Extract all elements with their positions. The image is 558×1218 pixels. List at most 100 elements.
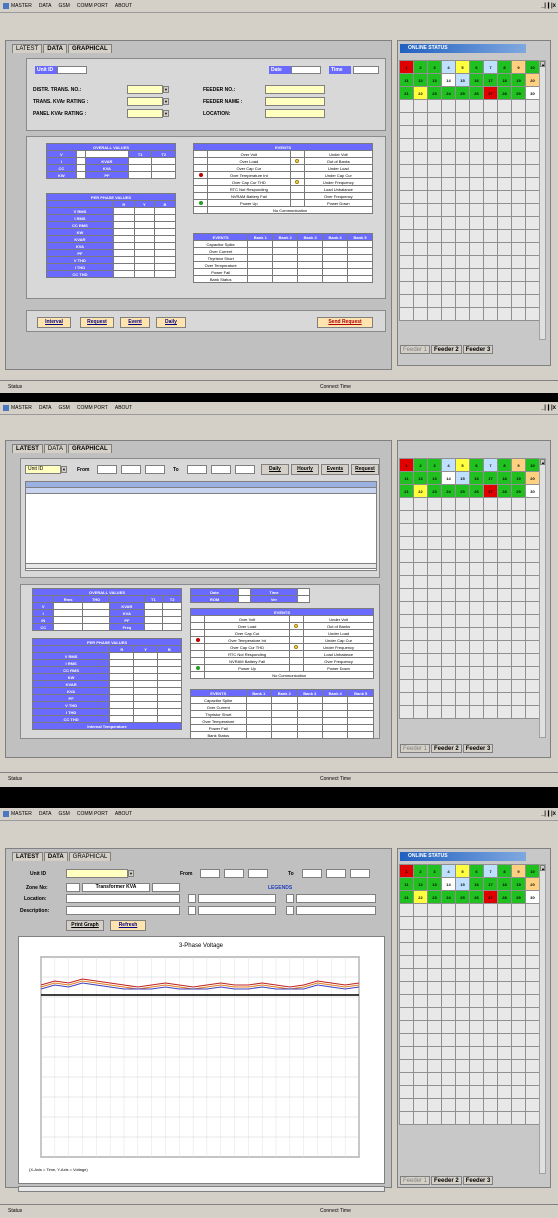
status-cell[interactable] — [512, 217, 526, 230]
status-cell[interactable] — [456, 204, 470, 217]
send-request-button[interactable]: Send Request — [317, 317, 373, 328]
status-cell[interactable]: 2 — [414, 61, 428, 74]
status-cell[interactable] — [512, 576, 526, 589]
status-cell[interactable] — [414, 191, 428, 204]
status-cell[interactable] — [498, 230, 512, 243]
status-cell[interactable] — [456, 191, 470, 204]
status-cell[interactable] — [442, 615, 456, 628]
status-cell[interactable]: 2 — [414, 865, 428, 878]
status-cell[interactable] — [512, 243, 526, 256]
status-cell[interactable] — [470, 191, 484, 204]
status-cell[interactable]: 26 — [470, 87, 484, 100]
status-cell[interactable] — [498, 1099, 512, 1112]
status-cell[interactable] — [526, 178, 540, 191]
status-cell[interactable] — [526, 217, 540, 230]
status-cell[interactable] — [428, 139, 442, 152]
status-cell[interactable] — [428, 100, 442, 113]
status-cell[interactable]: 5 — [456, 865, 470, 878]
status-cell[interactable] — [414, 956, 428, 969]
status-cell[interactable]: 16 — [470, 472, 484, 485]
status-cell[interactable] — [470, 204, 484, 217]
status-cell[interactable] — [400, 308, 414, 321]
status-cell[interactable] — [456, 282, 470, 295]
status-cell[interactable]: 17 — [484, 472, 498, 485]
unit-id-select[interactable]: Unit ID — [25, 465, 61, 474]
status-cell[interactable] — [442, 308, 456, 321]
status-cell[interactable]: 18 — [498, 878, 512, 891]
status-cell[interactable] — [498, 139, 512, 152]
window-controls[interactable]: _|❙|x — [541, 810, 556, 817]
status-cell[interactable]: 30 — [526, 891, 540, 904]
status-cell[interactable] — [456, 139, 470, 152]
status-cell[interactable] — [512, 1034, 526, 1047]
status-cell[interactable] — [414, 706, 428, 719]
status-cell[interactable] — [442, 1008, 456, 1021]
status-cell[interactable]: 23 — [428, 891, 442, 904]
tab-latest[interactable]: LATEST — [12, 444, 43, 453]
status-cell[interactable] — [470, 917, 484, 930]
status-cell[interactable] — [470, 615, 484, 628]
status-cell[interactable] — [414, 995, 428, 1008]
status-cell[interactable] — [484, 943, 498, 956]
status-cell[interactable] — [484, 537, 498, 550]
status-cell[interactable] — [428, 243, 442, 256]
status-cell[interactable] — [414, 904, 428, 917]
status-cell[interactable] — [526, 602, 540, 615]
status-cell[interactable] — [526, 1034, 540, 1047]
status-cell[interactable] — [442, 969, 456, 982]
status-cell[interactable] — [484, 282, 498, 295]
status-cell[interactable] — [428, 654, 442, 667]
from-day-select[interactable] — [200, 869, 220, 878]
status-cell[interactable]: 15 — [456, 472, 470, 485]
status-cell[interactable] — [414, 1034, 428, 1047]
status-cell[interactable] — [400, 524, 414, 537]
status-cell[interactable] — [498, 982, 512, 995]
status-cell[interactable]: 13 — [428, 74, 442, 87]
status-cell[interactable] — [456, 943, 470, 956]
status-cell[interactable] — [456, 1060, 470, 1073]
status-cell[interactable] — [484, 1099, 498, 1112]
menu-master[interactable]: MASTER — [11, 3, 32, 9]
status-cell[interactable] — [414, 602, 428, 615]
status-cell[interactable] — [498, 956, 512, 969]
from-day-select[interactable] — [97, 465, 117, 474]
status-cell[interactable] — [428, 956, 442, 969]
status-cell[interactable] — [414, 1021, 428, 1034]
status-cell[interactable] — [526, 550, 540, 563]
status-cell[interactable] — [442, 126, 456, 139]
status-cell[interactable] — [512, 943, 526, 956]
status-cell[interactable]: 4 — [442, 61, 456, 74]
status-cell[interactable] — [498, 165, 512, 178]
status-cell[interactable] — [498, 654, 512, 667]
status-cell[interactable] — [512, 100, 526, 113]
menu-about[interactable]: ABOUT — [115, 811, 132, 817]
status-cell[interactable] — [512, 295, 526, 308]
status-cell[interactable] — [414, 498, 428, 511]
status-cell[interactable] — [512, 139, 526, 152]
status-cell[interactable] — [456, 1073, 470, 1086]
status-cell[interactable] — [526, 943, 540, 956]
status-cell[interactable] — [414, 1047, 428, 1060]
scroll-up-icon[interactable]: ▲ — [540, 61, 545, 67]
status-cell[interactable]: 28 — [498, 87, 512, 100]
status-cell[interactable]: 28 — [498, 891, 512, 904]
status-cell[interactable] — [484, 602, 498, 615]
status-cell[interactable] — [526, 641, 540, 654]
time-field[interactable] — [353, 66, 379, 74]
legend-1-checkbox[interactable] — [188, 894, 196, 903]
status-cell[interactable] — [512, 511, 526, 524]
status-scrollbar[interactable]: ▲ — [539, 458, 546, 738]
data-grid[interactable] — [25, 481, 377, 571]
status-cell[interactable] — [414, 930, 428, 943]
status-cell[interactable] — [526, 1099, 540, 1112]
status-cell[interactable] — [512, 615, 526, 628]
status-cell[interactable] — [414, 204, 428, 217]
status-cell[interactable] — [498, 1086, 512, 1099]
status-cell[interactable] — [526, 706, 540, 719]
status-cell[interactable] — [484, 680, 498, 693]
status-cell[interactable] — [456, 511, 470, 524]
status-cell[interactable] — [400, 680, 414, 693]
status-cell[interactable] — [470, 576, 484, 589]
status-cell[interactable] — [400, 641, 414, 654]
status-cell[interactable] — [470, 706, 484, 719]
